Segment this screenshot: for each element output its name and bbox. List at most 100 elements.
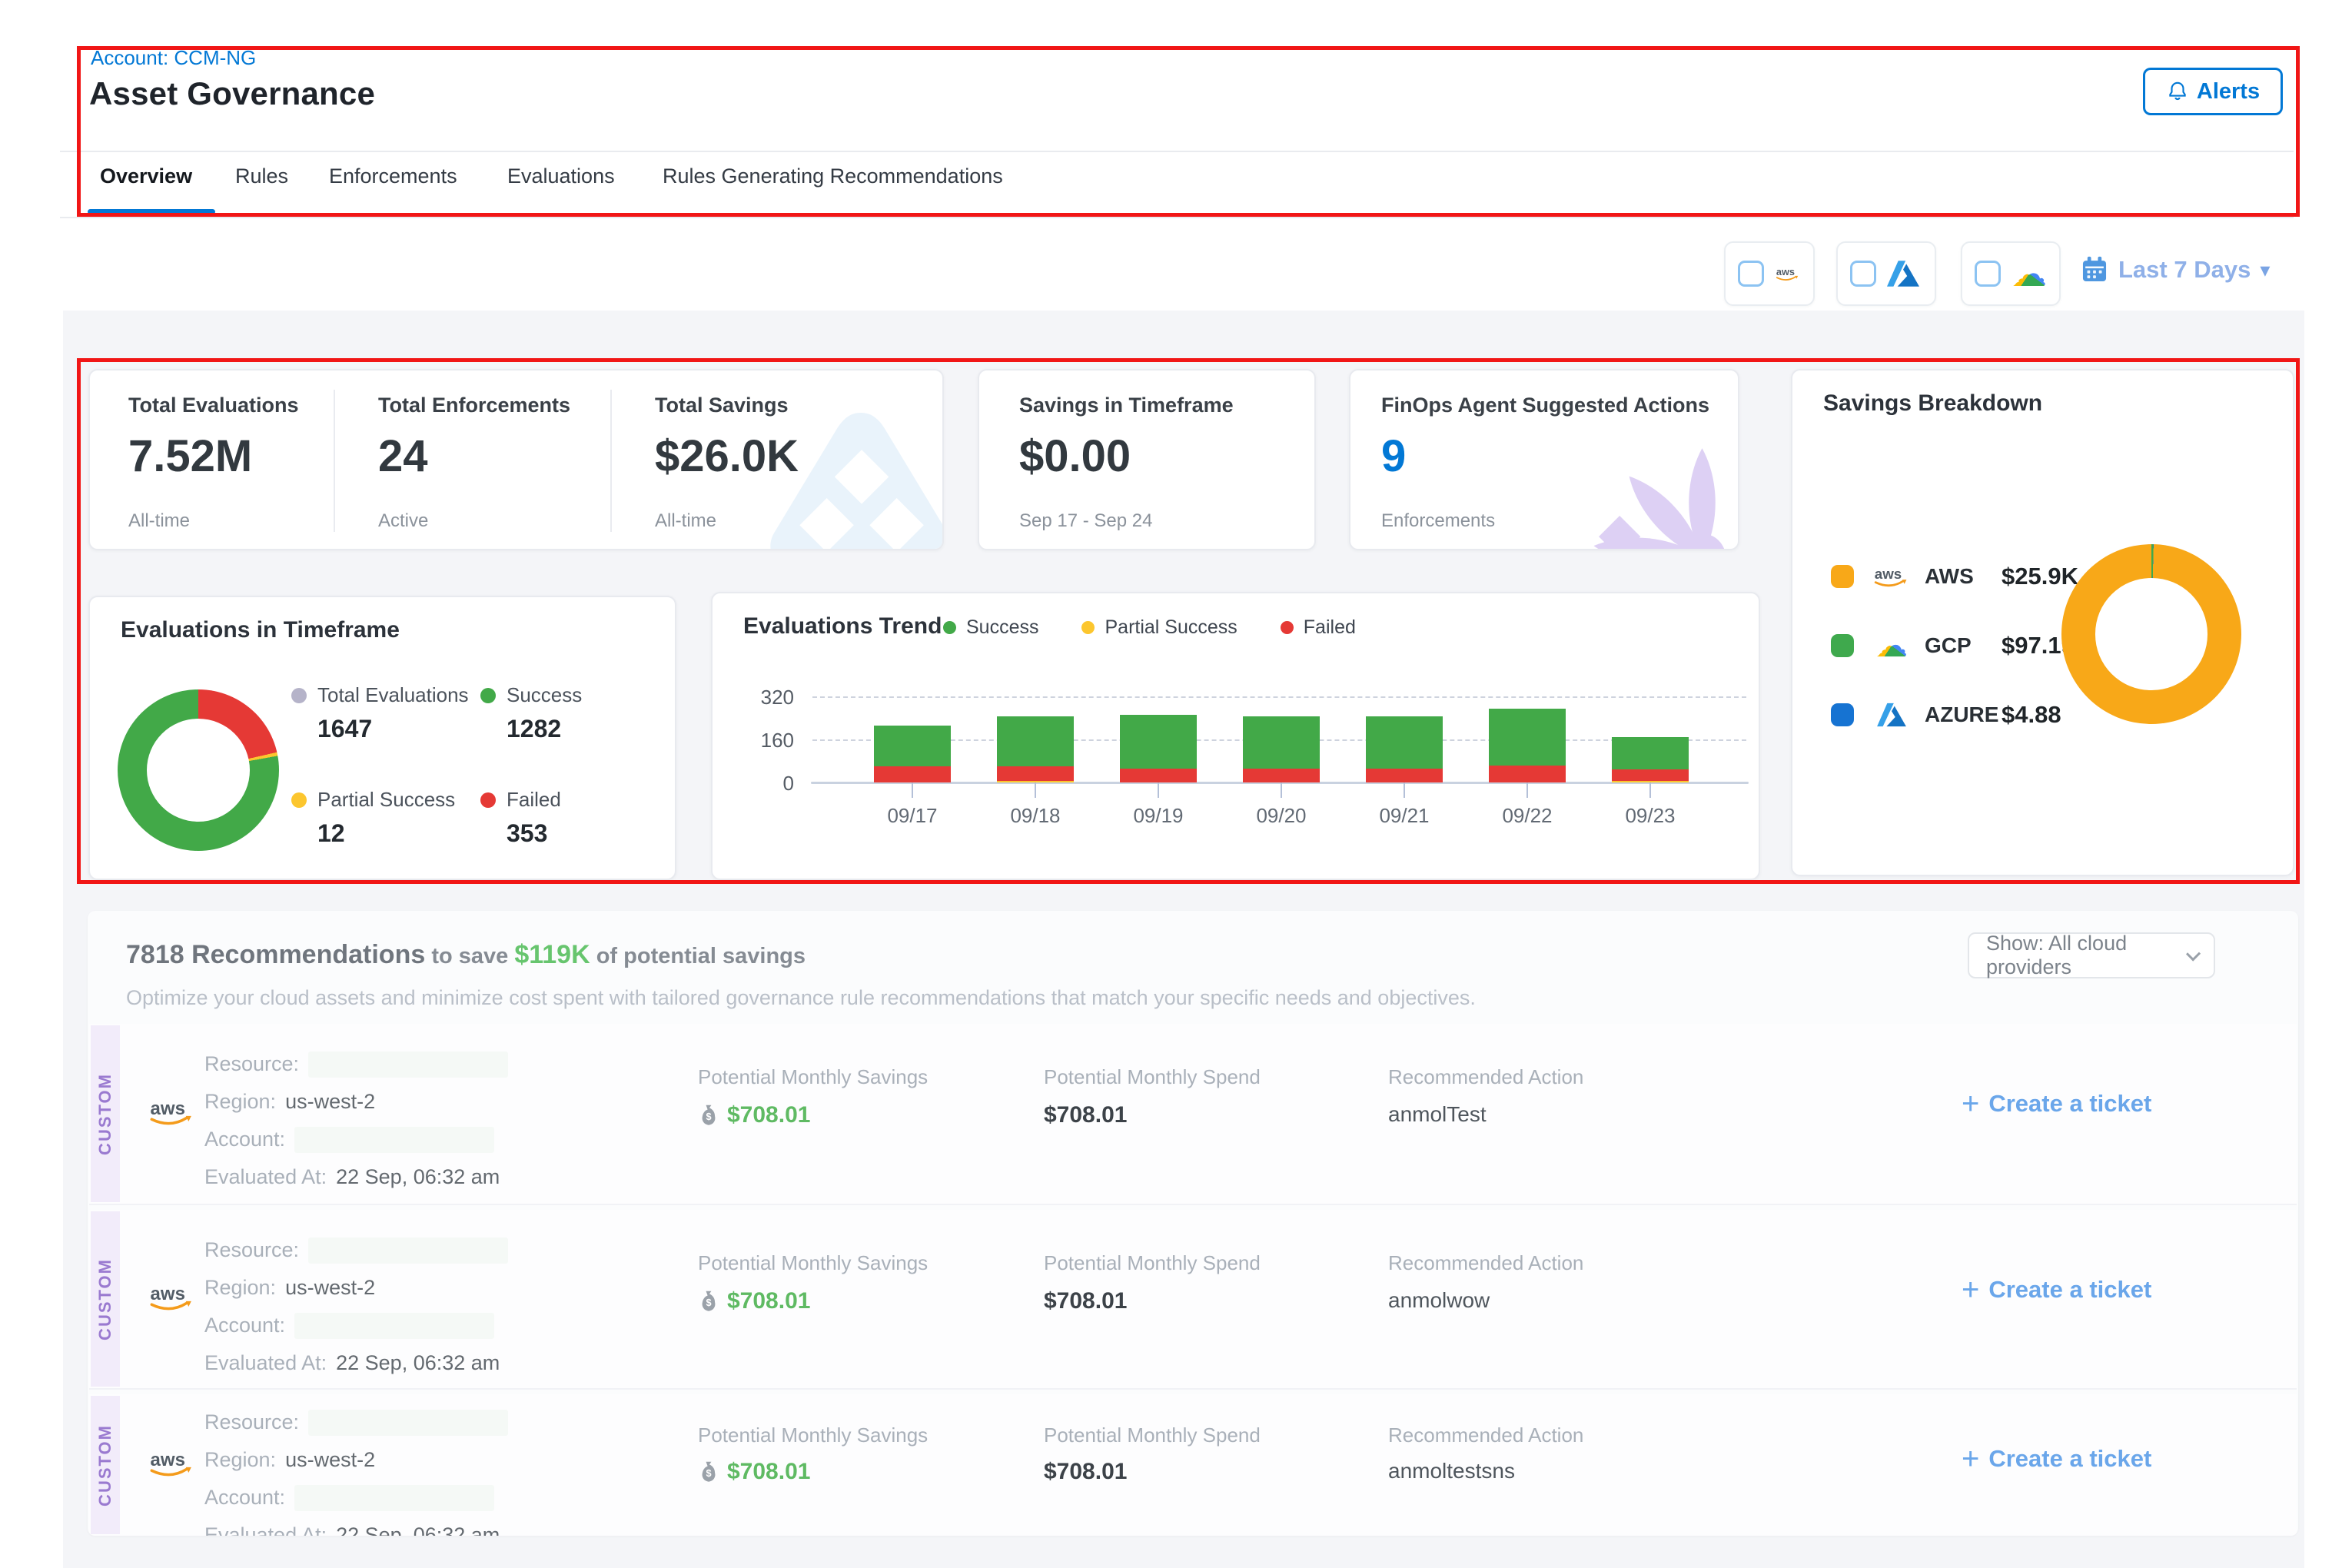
resource-label: Resource: bbox=[204, 1410, 299, 1434]
svg-text:$: $ bbox=[706, 1297, 711, 1308]
recommendations-title: 7818 Recommendations to save $119K of po… bbox=[126, 940, 806, 970]
bar-segment-success bbox=[1243, 716, 1320, 769]
total-enforcements-value: 24 bbox=[378, 430, 428, 482]
custom-tag: CUSTOM bbox=[91, 1211, 120, 1387]
legend-item-failed: Failed 353 bbox=[480, 788, 561, 848]
savings-column-label: Potential Monthly Savings bbox=[698, 1065, 928, 1089]
bar-segment-failed bbox=[1243, 769, 1320, 782]
create-ticket-button[interactable]: +Create a ticket bbox=[1962, 1445, 2151, 1473]
savings-column-value: $ $708.01 bbox=[698, 1459, 810, 1485]
bar-segment-success bbox=[1120, 715, 1197, 769]
legend-value: 1647 bbox=[317, 715, 469, 743]
savings-timeframe-value: $0.00 bbox=[1019, 430, 1131, 482]
create-ticket-button[interactable]: +Create a ticket bbox=[1962, 1090, 2151, 1118]
evaluations-trend-card: Evaluations Trend Success Partial Succes… bbox=[711, 592, 1760, 880]
region-label: Region: bbox=[204, 1276, 276, 1300]
svg-text:aws: aws bbox=[151, 1098, 185, 1119]
kpi-card-savings-timeframe: Savings in Timeframe $0.00 Sep 17 - Sep … bbox=[978, 369, 1316, 550]
bar-group-09/19[interactable] bbox=[1120, 715, 1197, 782]
bar-segment-failed bbox=[874, 766, 951, 782]
total-evaluations-dot bbox=[291, 688, 307, 703]
evaluations-timeframe-donut-chart[interactable] bbox=[118, 689, 279, 851]
spend-column-label: Potential Monthly Spend bbox=[1044, 1065, 1261, 1089]
header-divider bbox=[60, 151, 2294, 152]
x-axis-label: 09/20 bbox=[1220, 804, 1343, 828]
bar-group-09/21[interactable] bbox=[1366, 716, 1443, 782]
redacted-account-value bbox=[294, 1485, 494, 1511]
bar-segment-success bbox=[997, 716, 1074, 766]
savings-column-value: $ $708.01 bbox=[698, 1102, 810, 1128]
x-axis-tick bbox=[1281, 782, 1282, 798]
bar-group-09/17[interactable] bbox=[874, 726, 951, 782]
region-value: us-west-2 bbox=[285, 1276, 375, 1300]
savings-breakdown-donut-chart[interactable] bbox=[2061, 544, 2241, 724]
bell-icon bbox=[2166, 80, 2189, 103]
date-range-selector[interactable]: Last 7 Days ▾ bbox=[2080, 255, 2270, 284]
kpi-card-finops-actions: FinOps Agent Suggested Actions 9 Enforce… bbox=[1349, 369, 1739, 550]
aws-logo-icon: aws bbox=[1872, 563, 1911, 590]
redacted-resource-value bbox=[308, 1051, 508, 1078]
recommendations-count: 7818 Recommendations bbox=[126, 940, 425, 969]
flower-watermark bbox=[1587, 434, 1739, 550]
money-bag-icon: $ bbox=[698, 1460, 719, 1483]
filter-card-azure[interactable] bbox=[1836, 241, 1936, 306]
evaluations-timeframe-title: Evaluations in Timeframe bbox=[121, 617, 400, 643]
money-bag-icon: $ bbox=[698, 1104, 719, 1127]
caret-down-icon: ▾ bbox=[2260, 258, 2270, 282]
create-ticket-button[interactable]: +Create a ticket bbox=[1962, 1276, 2151, 1304]
chevron-down-icon bbox=[2186, 946, 2201, 961]
resource-label: Resource: bbox=[204, 1238, 299, 1262]
y-axis-tick-0: 0 bbox=[733, 772, 794, 796]
bar-group-09/18[interactable] bbox=[997, 716, 1074, 782]
tab-rules-generating-recommendations[interactable]: Rules Generating Recommendations bbox=[663, 164, 1003, 188]
recommendation-row: CUSTOM aws Resource: Region:us-west-2 Ac… bbox=[89, 1210, 2297, 1390]
legend-label: Partial Success bbox=[317, 788, 455, 812]
date-range-label: Last 7 Days bbox=[2118, 256, 2251, 284]
alerts-button[interactable]: Alerts bbox=[2143, 68, 2283, 115]
legend-item-aws: aws AWS $25.9K bbox=[1831, 555, 2078, 598]
savings-column-value: $ $708.01 bbox=[698, 1288, 810, 1314]
filter-card-aws[interactable]: aws bbox=[1724, 241, 1815, 306]
tab-rules[interactable]: Rules bbox=[235, 164, 288, 188]
spend-column-value: $708.01 bbox=[1044, 1288, 1127, 1314]
redacted-resource-value bbox=[308, 1410, 508, 1436]
aws-logo-icon: aws bbox=[148, 1447, 197, 1483]
legend-label-aws: AWS bbox=[1925, 564, 2002, 589]
tab-enforcements[interactable]: Enforcements bbox=[329, 164, 457, 188]
total-savings-sublabel: All-time bbox=[655, 510, 716, 532]
aws-logo-icon: aws bbox=[1775, 260, 1801, 287]
gcp-checkbox[interactable] bbox=[1975, 261, 2001, 287]
legend-item-partial-success: Partial Success 12 bbox=[291, 788, 455, 848]
action-column-value: anmoltestsns bbox=[1388, 1459, 1515, 1483]
x-axis-tick bbox=[1649, 782, 1651, 798]
bar-group-09/23[interactable] bbox=[1612, 737, 1689, 782]
finops-actions-value: 9 bbox=[1381, 430, 1406, 482]
legend-value-aws: $25.9K bbox=[2002, 563, 2078, 590]
aws-checkbox[interactable] bbox=[1738, 261, 1764, 287]
evaluations-timeframe-card: Evaluations in Timeframe Total Evaluatio… bbox=[88, 596, 676, 880]
tab-evaluations[interactable]: Evaluations bbox=[507, 164, 615, 188]
bar-group-09/20[interactable] bbox=[1243, 716, 1320, 782]
redacted-account-value bbox=[294, 1127, 494, 1153]
bar-group-09/22[interactable] bbox=[1489, 709, 1566, 782]
region-value: us-west-2 bbox=[285, 1090, 375, 1114]
region-label: Region: bbox=[204, 1090, 276, 1114]
azure-checkbox[interactable] bbox=[1850, 261, 1876, 287]
region-value: us-west-2 bbox=[285, 1448, 375, 1472]
resource-fields: Resource: Region:us-west-2 Account: Eval… bbox=[204, 1045, 508, 1196]
account-breadcrumb-link[interactable]: Account: CCM-NG bbox=[91, 46, 256, 70]
finops-actions-label: FinOps Agent Suggested Actions bbox=[1381, 394, 1709, 417]
cloud-provider-filter-dropdown[interactable]: Show: All cloud providers bbox=[1968, 932, 2215, 978]
spend-column-label: Potential Monthly Spend bbox=[1044, 1251, 1261, 1275]
account-label: Account: bbox=[204, 1128, 285, 1151]
active-tab-underline bbox=[88, 209, 215, 214]
filter-card-gcp[interactable]: ☁ bbox=[1961, 241, 2061, 306]
alerts-button-label: Alerts bbox=[2197, 79, 2260, 105]
recommendations-savings-amount: $119K bbox=[514, 940, 590, 969]
divider bbox=[610, 390, 612, 532]
total-savings-label: Total Savings bbox=[655, 394, 789, 417]
legend-item-azure: AZURE $4.88 bbox=[1831, 693, 2061, 736]
trend-bar-chart bbox=[812, 593, 1746, 782]
x-axis-label: 09/22 bbox=[1466, 804, 1589, 828]
tab-overview[interactable]: Overview bbox=[100, 164, 192, 188]
